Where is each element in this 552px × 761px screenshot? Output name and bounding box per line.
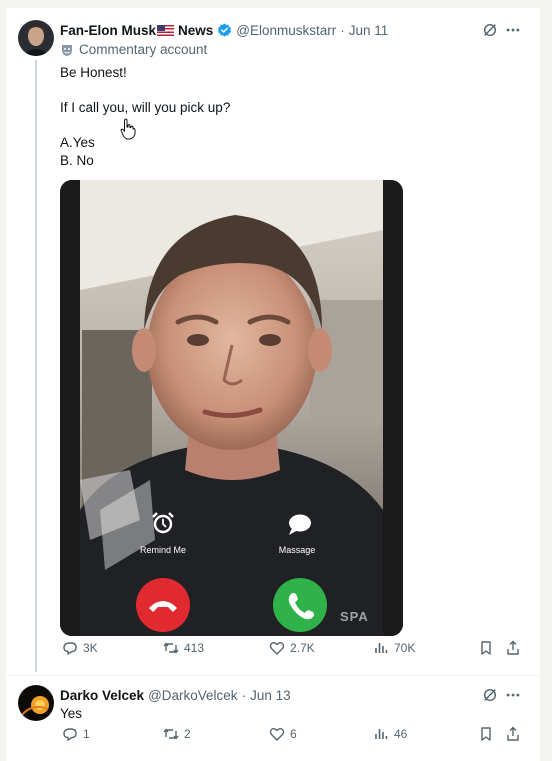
post-header: Fan-Elon Musk News @Elonmuskstarr · Jun … (60, 21, 388, 39)
remind-me-label: Remind Me (140, 545, 186, 555)
dot-separator: · (340, 22, 345, 38)
heart-icon (269, 642, 285, 655)
reply-count: 3K (83, 641, 98, 655)
views-button[interactable]: 70K (373, 640, 415, 656)
repost-icon (163, 642, 179, 654)
reply-author-handle[interactable]: @DarkoVelcek (148, 688, 238, 703)
share-button[interactable] (505, 726, 521, 742)
reply-button[interactable]: 1 (62, 726, 90, 742)
reply-author-name[interactable]: Darko Velcek (60, 688, 144, 703)
reply-avatar[interactable] (18, 685, 54, 721)
bookmark-icon (481, 641, 491, 655)
repost-button[interactable]: 2 (163, 726, 191, 742)
post-text-option-a: A.Yes (60, 135, 95, 150)
reply-icon (63, 642, 77, 655)
dot-separator: · (241, 687, 247, 703)
commentary-mask-icon (60, 43, 74, 57)
post-text-line1: Be Honest! (60, 65, 127, 80)
repost-count: 413 (184, 641, 205, 655)
views-chart-icon (375, 729, 388, 739)
repost-icon (163, 728, 179, 740)
repost-button[interactable]: 413 (163, 640, 204, 656)
post-media-video[interactable]: Remind Me Massage SPA (60, 180, 403, 636)
divider (6, 675, 540, 676)
like-button[interactable]: 6 (269, 726, 297, 742)
author-name-suffix[interactable]: News (178, 23, 213, 38)
reply-text: Yes (60, 706, 83, 721)
grok-icon[interactable] (481, 686, 499, 704)
grok-icon[interactable] (481, 21, 499, 39)
reply-header: Darko Velcek @DarkoVelcek · Jun 13 (60, 686, 291, 704)
hand-cursor-icon (120, 118, 136, 140)
like-count: 2.7K (290, 641, 315, 655)
us-flag-icon (157, 24, 175, 36)
decline-call-button[interactable] (136, 578, 190, 632)
reply-button[interactable]: 3K (62, 640, 98, 656)
views-button[interactable]: 46 (373, 726, 407, 742)
share-icon (507, 640, 519, 655)
views-count: 70K (394, 641, 416, 655)
commentary-text: Commentary account (79, 42, 208, 57)
like-count: 6 (290, 727, 297, 741)
bookmark-button[interactable] (478, 640, 494, 656)
more-options-icon[interactable] (504, 686, 522, 704)
post-date[interactable]: Jun 11 (349, 23, 389, 38)
post-text-option-b: B. No (60, 153, 94, 168)
share-icon (507, 726, 519, 741)
accept-call-button[interactable] (273, 578, 327, 632)
reply-count: 1 (83, 727, 90, 741)
reply-date[interactable]: Jun 13 (250, 688, 291, 703)
heart-icon (269, 728, 285, 741)
verified-badge-icon (217, 22, 232, 38)
post-text-line2: If I call you, will you pick up? (60, 100, 231, 115)
message-label: Massage (279, 545, 316, 555)
share-button[interactable] (505, 640, 521, 656)
shirt-corner-text: SPA (340, 609, 369, 624)
repost-count: 2 (184, 727, 191, 741)
bookmark-button[interactable] (478, 726, 494, 742)
more-options-icon[interactable] (504, 21, 522, 39)
like-button[interactable]: 2.7K (269, 640, 315, 656)
reply-icon (63, 728, 77, 741)
author-avatar[interactable] (18, 20, 54, 56)
commentary-label: Commentary account (60, 42, 207, 57)
author-handle[interactable]: @Elonmuskstarr (236, 23, 336, 38)
views-count: 46 (394, 727, 408, 741)
bookmark-icon (481, 727, 491, 741)
author-name[interactable]: Fan-Elon Musk (60, 23, 156, 38)
views-chart-icon (375, 643, 388, 653)
thread-connector (35, 60, 37, 672)
